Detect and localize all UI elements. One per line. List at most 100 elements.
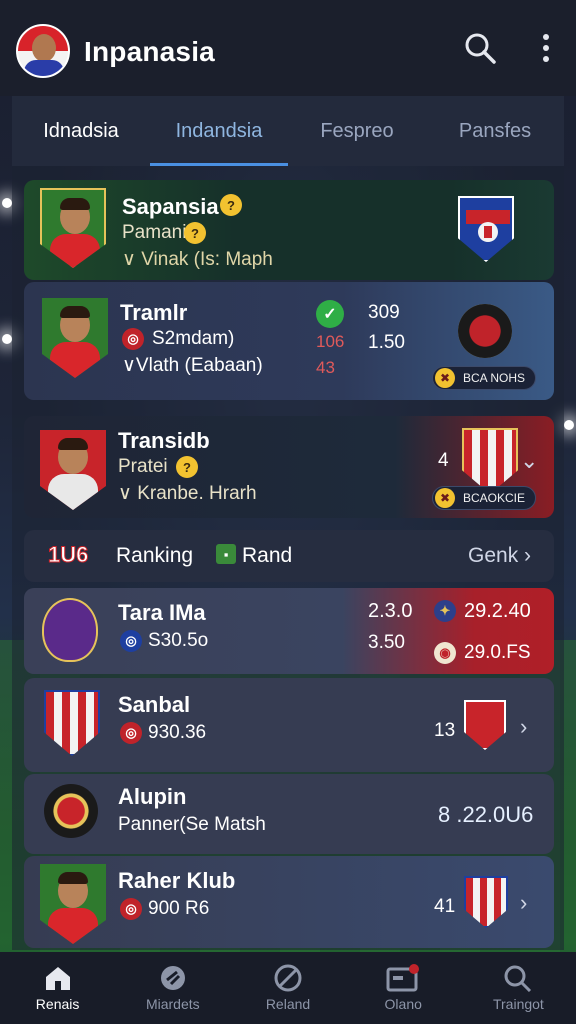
ranking-prefix: 1U6 <box>47 542 89 568</box>
club-name: Tara IMa <box>118 600 206 625</box>
club-name: Raher Klub <box>118 868 236 893</box>
club-icon: ◎ <box>122 328 144 350</box>
featured-player-card[interactable]: Sapansia ? Pamani ? ∨ Vinak (Is: Maph <box>24 180 554 280</box>
match-text: Vinak (Is: Maph <box>141 249 273 270</box>
ranking-header: 1U6 Ranking ▪ Rand Genk › <box>24 530 554 582</box>
club-crest <box>44 690 100 756</box>
club-crest <box>458 196 514 262</box>
club-value: 930.36 <box>148 722 207 743</box>
club-value: 900 R6 <box>148 898 210 919</box>
rand-label: Rand <box>242 544 293 567</box>
nav-matches[interactable]: Miardets <box>115 952 230 1024</box>
pill-text: BCAOKCIE <box>463 491 526 505</box>
profile-avatar[interactable] <box>16 24 70 78</box>
nav-olano[interactable]: Olano <box>346 952 461 1024</box>
info-icon[interactable]: ? <box>176 456 198 478</box>
club-crest <box>462 428 518 494</box>
nav-label: Miardets <box>145 996 200 1012</box>
chevron-down-icon: ∨ <box>122 355 136 376</box>
stadium-light <box>564 420 574 430</box>
club-crest <box>464 876 508 928</box>
stadium-light <box>2 334 12 344</box>
player-name: Sapansia <box>122 194 219 219</box>
stadium-light <box>2 198 12 208</box>
rank-number: 4 <box>438 450 449 471</box>
club-icon: ◎ <box>120 898 142 920</box>
club-crest <box>458 304 512 358</box>
nav-label: Renais <box>35 996 80 1012</box>
see-all-link[interactable]: Genk › <box>468 544 531 568</box>
tab-fespreo[interactable]: Fespreo <box>288 96 426 166</box>
match-info: ∨Vlath (Eabaan) <box>122 354 263 377</box>
odds-secondary: 29.0.FS <box>464 642 531 663</box>
red-stat-2: 43 <box>316 358 335 377</box>
player-avatar <box>40 188 106 268</box>
soccer-ball-icon <box>274 964 302 992</box>
chevron-right-icon: › <box>524 544 532 567</box>
club-badge-pill: ✖ BCAOKCIE <box>432 486 537 510</box>
tab-idnadsia[interactable]: Idnadsia <box>12 96 150 166</box>
player-avatar <box>40 864 106 944</box>
app-header: Inpanasia <box>0 0 576 96</box>
rand-icon: ▪ <box>216 544 236 564</box>
player-match-card[interactable]: Tramlr ◎ S2mdam) ∨Vlath (Eabaan) ✓ 309 1… <box>24 282 554 400</box>
club-name: Alupin <box>118 784 187 809</box>
pill-text: BCA NOHS <box>463 371 526 385</box>
score-secondary: 3.50 <box>368 632 405 653</box>
search-icon[interactable] <box>462 30 498 66</box>
player-avatar <box>40 430 106 510</box>
info-icon[interactable]: ? <box>184 222 206 244</box>
player-role: Pratei <box>118 456 168 477</box>
ball-icon <box>160 966 185 990</box>
club-crest <box>464 700 506 750</box>
match-info: ∨ Vinak (Is: Maph <box>122 248 273 271</box>
info-icon[interactable]: ? <box>220 194 242 216</box>
match-info: ∨ Kranbe. Hrarh <box>118 482 257 505</box>
tab-pansfes[interactable]: Pansfes <box>426 96 564 166</box>
match-text: Kranbe. Hrarh <box>137 483 257 504</box>
club-crest <box>42 598 98 662</box>
club-value: S30.5o <box>148 630 209 651</box>
inbox-icon <box>386 964 420 992</box>
chevron-right-icon[interactable]: › <box>520 714 527 740</box>
club-name: Sanbal <box>118 692 191 717</box>
ranking-title: Ranking <box>116 544 194 567</box>
player-role: Pamani <box>122 222 187 243</box>
player-name: Tramlr <box>120 300 188 325</box>
check-icon: ✓ <box>316 300 344 328</box>
score-secondary: 1.50 <box>368 332 405 353</box>
chevron-down-icon: ∨ <box>118 483 132 504</box>
nav-search[interactable]: Traingot <box>461 952 576 1024</box>
ranking-row[interactable]: Alupin Panner(Se Matsh 8 .22.0U6 <box>24 774 554 854</box>
rank-number: 13 <box>434 720 456 741</box>
club-icon: ◉ <box>434 642 456 664</box>
bottom-nav: Renais Miardets Reland Olano Traingot <box>0 952 576 1024</box>
tab-bar: Idnadsia Indandsia Fespreo Pansfes <box>12 96 564 166</box>
nav-label: Reland <box>265 996 311 1012</box>
club-crest <box>44 784 98 838</box>
score-primary: 309 <box>368 302 400 323</box>
search-icon <box>504 965 532 992</box>
player-stat: S2mdam) <box>152 328 235 349</box>
tab-indandsia[interactable]: Indandsia <box>150 96 288 166</box>
club-icon: ◎ <box>120 722 142 744</box>
club-badge-pill: ✖ BCA NOHS <box>432 366 537 390</box>
chevron-down-icon[interactable]: ⌄ <box>520 448 538 474</box>
ranking-row[interactable]: Sanbal ◎ 930.36 13 › <box>24 678 554 772</box>
more-vertical-icon[interactable] <box>528 30 564 66</box>
nav-home[interactable]: Renais <box>0 952 115 1024</box>
odds-primary: 29.2.40 <box>464 600 531 622</box>
ranking-row[interactable]: Raher Klub ◎ 900 R6 41 › <box>24 856 554 948</box>
match-text: Vlath (Eabaan) <box>135 355 263 376</box>
chevron-right-icon[interactable]: › <box>520 890 527 916</box>
nav-reland[interactable]: Reland <box>230 952 345 1024</box>
rank-number: 41 <box>434 896 456 917</box>
player-card[interactable]: Transidb Pratei ? ∨ Kranbe. Hrarh 4 ⌄ ✖ B… <box>24 416 554 518</box>
chevron-down-icon: ∨ <box>122 249 136 270</box>
player-avatar <box>42 298 108 378</box>
nav-label: Olano <box>384 996 422 1012</box>
app-title: Inpanasia <box>84 36 215 67</box>
club-dot-icon: ✖ <box>435 368 455 388</box>
ranking-row[interactable]: Tara IMa ◎ S30.5o 2.3.0 3.50 ✦ 29.2.40 ◉… <box>24 588 554 674</box>
club-score: 8 .22.0U6 <box>438 802 534 827</box>
